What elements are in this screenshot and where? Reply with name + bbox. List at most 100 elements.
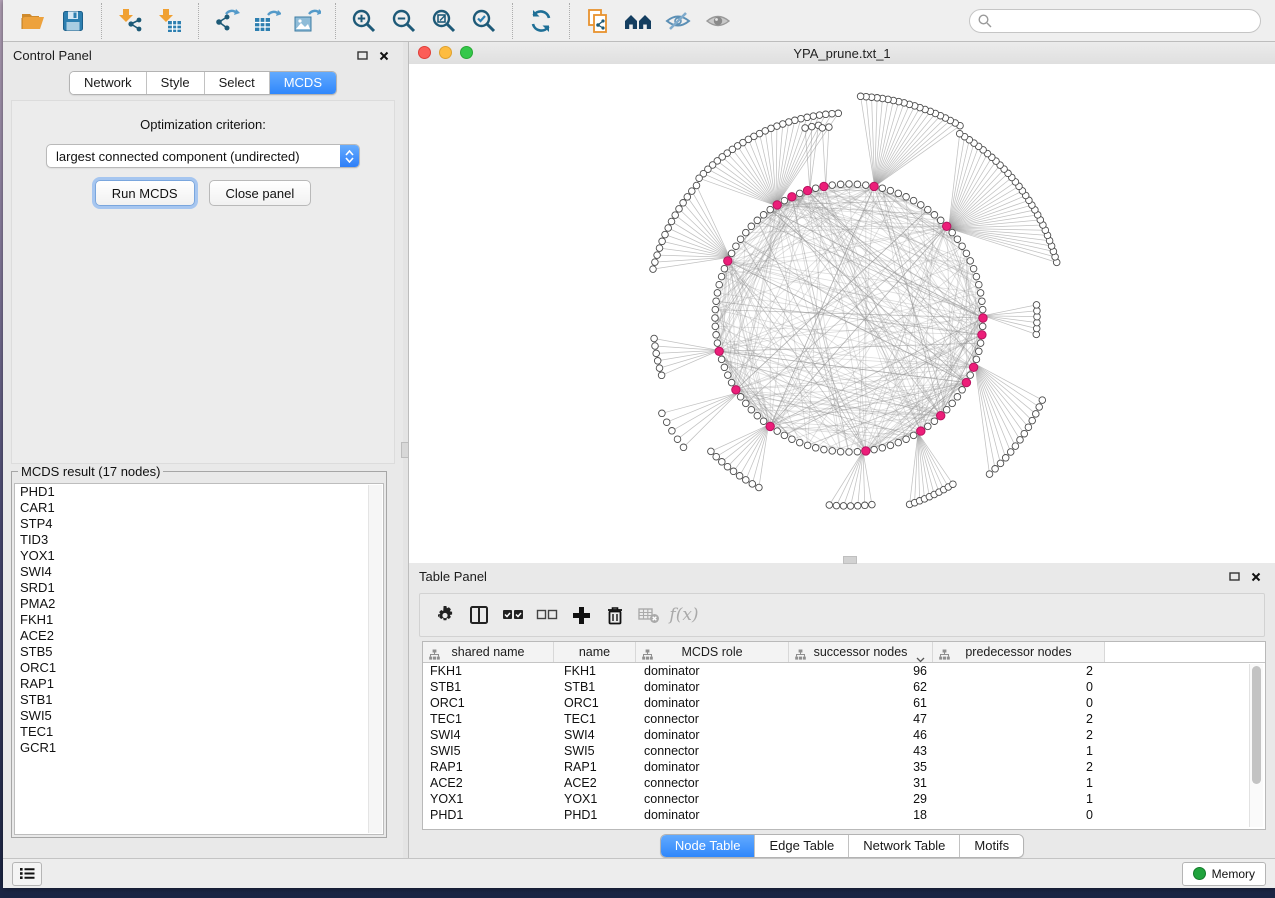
float-panel-icon[interactable]	[1225, 569, 1243, 585]
float-panel-icon[interactable]	[353, 48, 371, 64]
table-cell[interactable]: 0	[933, 808, 1105, 822]
table-cell[interactable]: 46	[789, 728, 933, 742]
zoom-selected-icon[interactable]	[464, 4, 504, 38]
table-cell[interactable]: ORC1	[554, 696, 636, 710]
table-cell[interactable]: 62	[789, 680, 933, 694]
table-scrollbar-thumb[interactable]	[1252, 666, 1261, 784]
table-row[interactable]: FKH1FKH1dominator962	[423, 663, 1265, 679]
table-cell[interactable]: 31	[789, 776, 933, 790]
mcds-result-item[interactable]: STB5	[15, 644, 383, 660]
save-session-icon[interactable]	[53, 4, 93, 38]
table-cell[interactable]: ACE2	[554, 776, 636, 790]
mcds-result-item[interactable]: PHD1	[15, 484, 383, 500]
table-cell[interactable]: dominator	[636, 728, 789, 742]
close-panel-button[interactable]: Close panel	[209, 180, 312, 206]
delete-row-icon[interactable]	[598, 598, 632, 632]
close-panel-icon[interactable]	[1247, 569, 1265, 585]
close-window-icon[interactable]	[418, 46, 431, 59]
show-columns-icon[interactable]	[462, 598, 496, 632]
table-cell[interactable]: TEC1	[423, 712, 554, 726]
table-cell[interactable]: STB1	[423, 680, 554, 694]
new-network-from-selection-icon[interactable]	[578, 4, 618, 38]
table-row[interactable]: STB1STB1dominator620	[423, 679, 1265, 695]
tab-network[interactable]: Network	[70, 72, 147, 94]
table-cell[interactable]: 1	[933, 792, 1105, 806]
import-network-icon[interactable]	[110, 4, 150, 38]
mcds-list-scrollbar[interactable]	[368, 485, 382, 833]
mcds-result-item[interactable]: CAR1	[15, 500, 383, 516]
table-cell[interactable]: SWI5	[423, 744, 554, 758]
table-cell[interactable]: 35	[789, 760, 933, 774]
table-cell[interactable]: dominator	[636, 696, 789, 710]
table-cell[interactable]: connector	[636, 792, 789, 806]
select-all-columns-icon[interactable]	[496, 598, 530, 632]
search-input[interactable]	[969, 9, 1261, 33]
function-builder-icon[interactable]: f(x)	[666, 598, 700, 632]
mcds-result-item[interactable]: PMA2	[15, 596, 383, 612]
table-cell[interactable]: RAP1	[423, 760, 554, 774]
tab-network-table[interactable]: Network Table	[849, 835, 960, 857]
table-row[interactable]: PHD1PHD1dominator180	[423, 807, 1265, 823]
show-all-icon[interactable]	[698, 4, 738, 38]
minimize-window-icon[interactable]	[439, 46, 452, 59]
table-cell[interactable]: FKH1	[423, 664, 554, 678]
table-row[interactable]: YOX1YOX1connector291	[423, 791, 1265, 807]
mcds-result-item[interactable]: SRD1	[15, 580, 383, 596]
settings-gear-icon[interactable]	[428, 598, 462, 632]
table-cell[interactable]: 2	[933, 728, 1105, 742]
mcds-result-item[interactable]: ACE2	[15, 628, 383, 644]
mcds-result-item[interactable]: GCR1	[15, 740, 383, 756]
column-header-name[interactable]: name	[554, 642, 636, 662]
tab-edge-table[interactable]: Edge Table	[755, 835, 849, 857]
task-history-button[interactable]	[12, 862, 42, 886]
network-canvas[interactable]	[409, 64, 1275, 563]
table-cell[interactable]: 0	[933, 696, 1105, 710]
table-cell[interactable]: FKH1	[554, 664, 636, 678]
table-cell[interactable]: dominator	[636, 664, 789, 678]
column-header-MCDS-role[interactable]: MCDS role	[636, 642, 789, 662]
table-cell[interactable]: 43	[789, 744, 933, 758]
tab-mcds[interactable]: MCDS	[270, 72, 336, 94]
delete-table-icon[interactable]	[632, 598, 666, 632]
table-row[interactable]: TEC1TEC1connector472	[423, 711, 1265, 727]
open-file-icon[interactable]	[13, 4, 53, 38]
table-cell[interactable]: 1	[933, 744, 1105, 758]
mcds-result-item[interactable]: STP4	[15, 516, 383, 532]
table-cell[interactable]: SWI4	[423, 728, 554, 742]
table-cell[interactable]: connector	[636, 744, 789, 758]
tab-style[interactable]: Style	[147, 72, 205, 94]
table-cell[interactable]: 2	[933, 712, 1105, 726]
table-cell[interactable]: dominator	[636, 680, 789, 694]
run-mcds-button[interactable]: Run MCDS	[95, 180, 195, 206]
table-row[interactable]: ACE2ACE2connector311	[423, 775, 1265, 791]
zoom-in-icon[interactable]	[344, 4, 384, 38]
table-cell[interactable]: ACE2	[423, 776, 554, 790]
close-panel-icon[interactable]	[375, 48, 393, 64]
tab-motifs[interactable]: Motifs	[960, 835, 1023, 857]
add-row-icon[interactable]	[564, 598, 598, 632]
table-cell[interactable]: YOX1	[423, 792, 554, 806]
table-cell[interactable]: dominator	[636, 760, 789, 774]
table-cell[interactable]: 47	[789, 712, 933, 726]
zoom-fit-icon[interactable]	[424, 4, 464, 38]
table-row[interactable]: SWI5SWI5connector431	[423, 743, 1265, 759]
mcds-result-item[interactable]: ORC1	[15, 660, 383, 676]
mcds-result-item[interactable]: FKH1	[15, 612, 383, 628]
table-cell[interactable]: YOX1	[554, 792, 636, 806]
table-cell[interactable]: SWI5	[554, 744, 636, 758]
table-scrollbar[interactable]	[1249, 664, 1263, 827]
criterion-dropdown[interactable]: largest connected component (undirected)	[46, 144, 360, 168]
horizontal-splitter-handle[interactable]	[843, 556, 857, 564]
tab-select[interactable]: Select	[205, 72, 270, 94]
table-cell[interactable]: ORC1	[423, 696, 554, 710]
table-cell[interactable]: 2	[933, 664, 1105, 678]
tab-node-table[interactable]: Node Table	[661, 835, 756, 857]
hide-selected-icon[interactable]	[658, 4, 698, 38]
table-cell[interactable]: connector	[636, 712, 789, 726]
table-row[interactable]: SWI4SWI4dominator462	[423, 727, 1265, 743]
table-cell[interactable]: 1	[933, 776, 1105, 790]
table-cell[interactable]: dominator	[636, 808, 789, 822]
table-cell[interactable]: 2	[933, 760, 1105, 774]
table-row[interactable]: RAP1RAP1dominator352	[423, 759, 1265, 775]
column-header-successor-nodes[interactable]: successor nodes	[789, 642, 933, 662]
